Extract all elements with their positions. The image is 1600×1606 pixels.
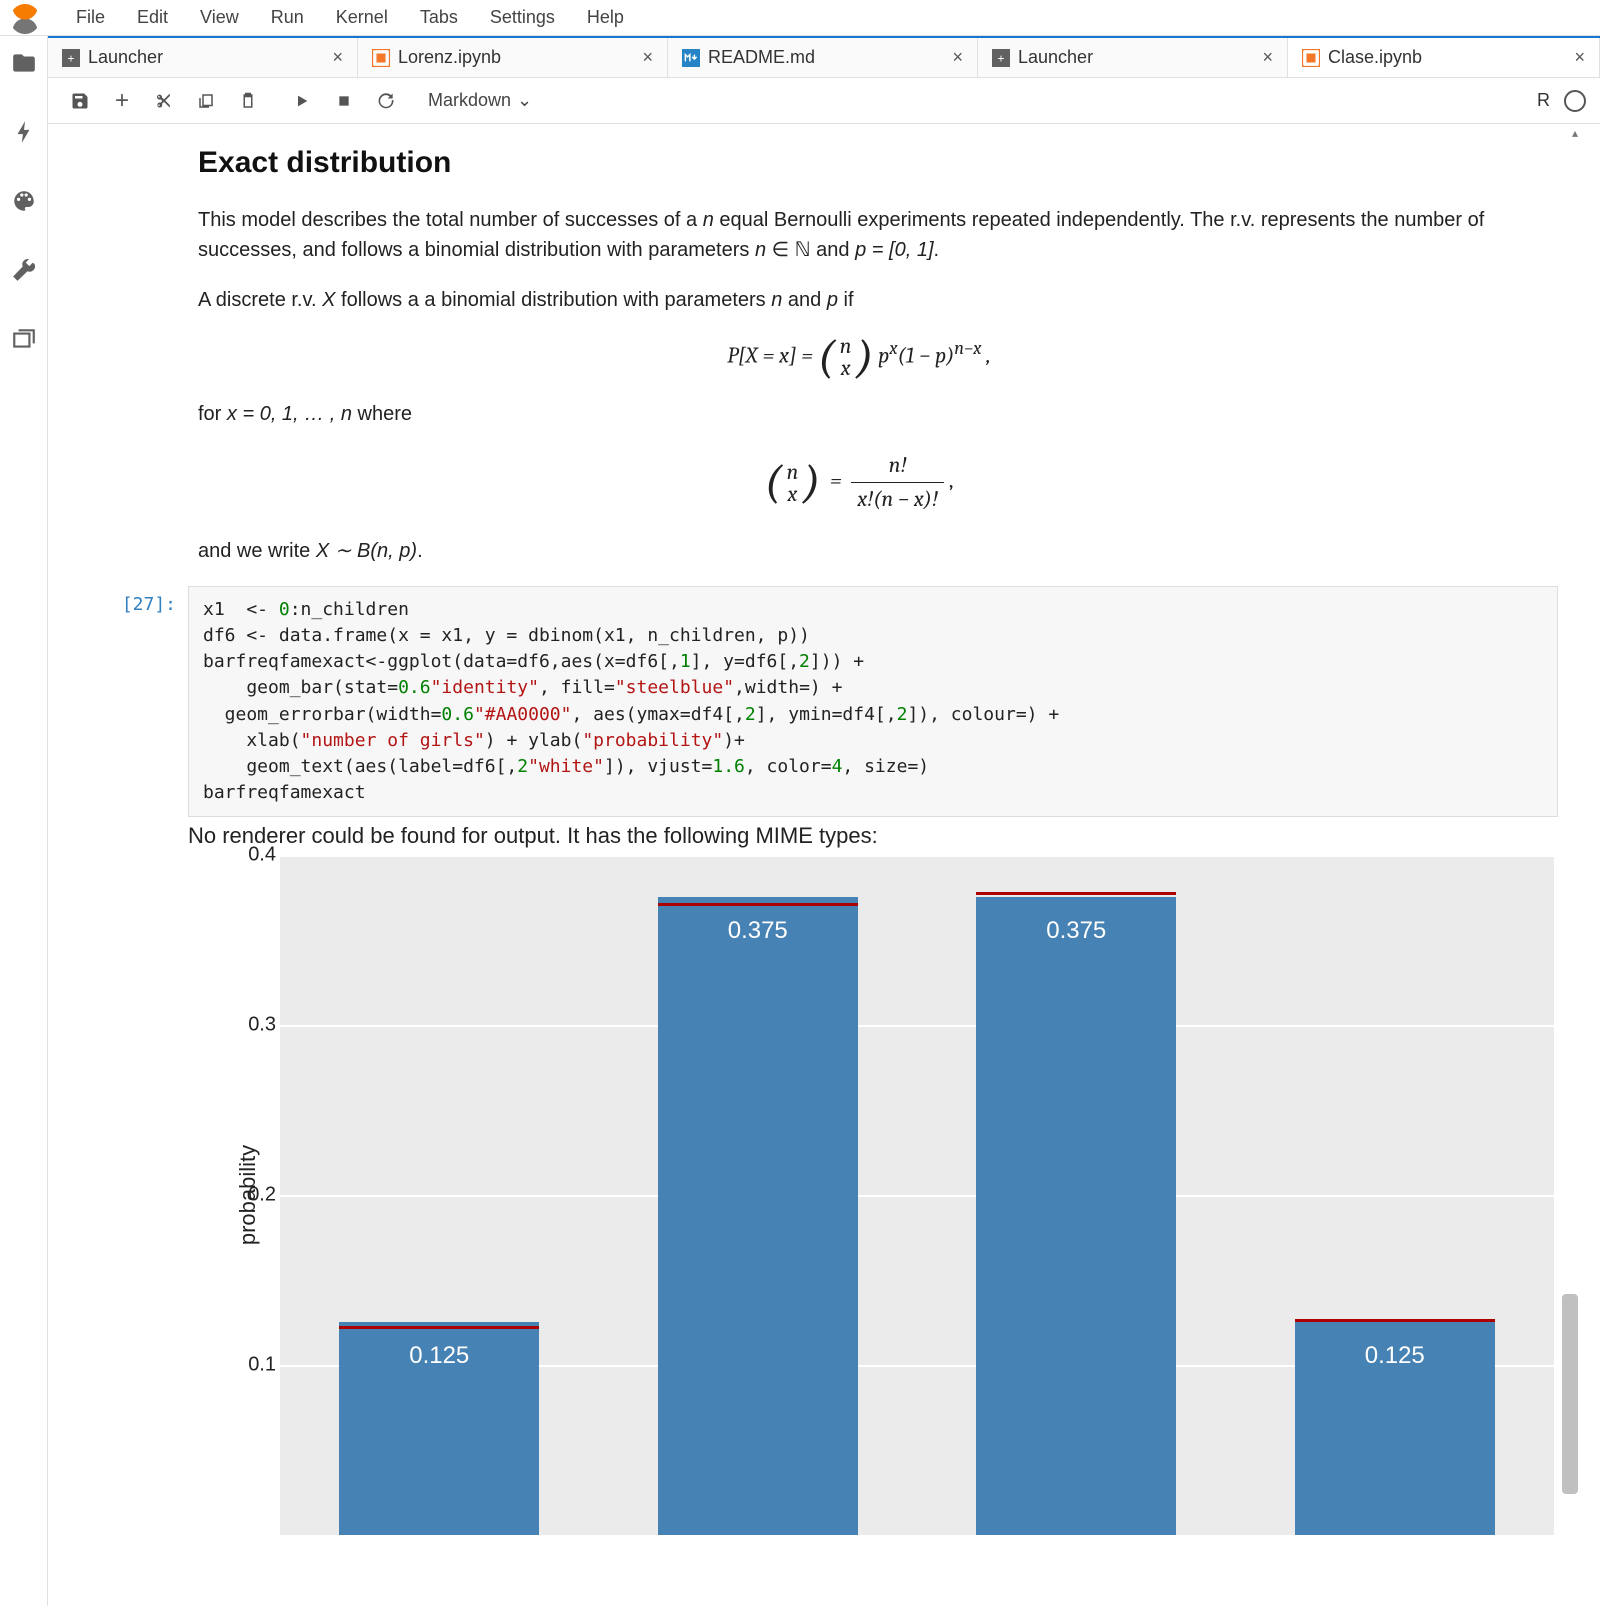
svg-text:+: +	[67, 51, 74, 65]
svg-text:+: +	[997, 51, 1004, 65]
menu-bar: File Edit View Run Kernel Tabs Settings …	[0, 0, 1600, 36]
markdown-paragraph-1: This model describes the total number of…	[198, 205, 1520, 265]
close-icon[interactable]: ×	[642, 47, 653, 68]
formula-binomdef: ( nx ) = n! x!(n − x)! ,	[198, 449, 1520, 516]
tabs-icon[interactable]	[11, 326, 37, 355]
chart-ytick: 0.2	[248, 1183, 276, 1206]
palette-icon[interactable]	[11, 188, 37, 217]
chart-ytick: 0.1	[248, 1353, 276, 1376]
tab-label: Clase.ipynb	[1328, 47, 1422, 68]
chart-errorbar	[1295, 1319, 1495, 1322]
menu-help[interactable]: Help	[571, 1, 640, 34]
menu-settings[interactable]: Settings	[474, 1, 571, 34]
tab-launcher[interactable]: + Launcher ×	[48, 38, 358, 77]
tab-lorenz[interactable]: Lorenz.ipynb ×	[358, 38, 668, 77]
markdown-paragraph-2: A discrete r.v. X follows a a binomial d…	[198, 285, 1520, 315]
tab-clase[interactable]: Clase.ipynb ×	[1288, 38, 1600, 77]
chart-errorbar	[976, 892, 1176, 895]
output-chart: probability 0.10.20.30.4 0.1250.3750.375…	[188, 855, 1558, 1535]
menu-file[interactable]: File	[60, 1, 121, 34]
menu-view[interactable]: View	[184, 1, 255, 34]
copy-button[interactable]	[188, 84, 224, 118]
chart-bar-label: 0.375	[976, 917, 1176, 945]
notebook-icon	[372, 49, 390, 67]
kernel-name[interactable]: R	[1537, 90, 1550, 111]
chart-bar-label: 0.375	[658, 917, 858, 945]
notebook-area: ▴ Exact distribution This model describe…	[48, 124, 1580, 1606]
chart-bar-label: 0.125	[339, 1342, 539, 1370]
notebook-icon	[1302, 49, 1320, 67]
close-icon[interactable]: ×	[1262, 47, 1273, 68]
code-editor[interactable]: x1 <- 0:n_children df6 <- data.frame(x =…	[188, 586, 1558, 817]
formula-pmf: P[X = x] = ( nx ) px(1 − p)n−x ,	[198, 335, 1520, 379]
chart-errorbar	[339, 1326, 539, 1329]
restart-button[interactable]	[368, 84, 404, 118]
chart-bar	[976, 897, 1176, 1535]
close-icon[interactable]: ×	[332, 47, 343, 68]
tab-label: README.md	[708, 47, 815, 68]
celltype-label: Markdown	[428, 90, 511, 111]
markdown-forline: for x = 0, 1, … , n where	[198, 399, 1520, 429]
markdown-cell[interactable]: Exact distribution This model describes …	[198, 140, 1520, 566]
paste-button[interactable]	[230, 84, 266, 118]
launcher-icon: +	[992, 49, 1010, 67]
cell-prompt: [27]:	[70, 586, 188, 615]
chart-ytick: 0.3	[248, 1013, 276, 1036]
launcher-icon: +	[62, 49, 80, 67]
tab-label: Lorenz.ipynb	[398, 47, 501, 68]
menu-edit[interactable]: Edit	[121, 1, 184, 34]
celltype-dropdown[interactable]: Markdown ⌄	[422, 90, 538, 111]
chart-bar	[658, 897, 858, 1535]
markdown-icon	[682, 49, 700, 67]
kernel-status-icon[interactable]	[1564, 90, 1586, 112]
menu-kernel[interactable]: Kernel	[320, 1, 404, 34]
add-cell-button[interactable]: +	[104, 84, 140, 118]
running-icon[interactable]	[11, 119, 37, 148]
chart-ytick: 0.4	[248, 843, 276, 866]
save-button[interactable]	[62, 84, 98, 118]
chevron-down-icon: ⌄	[517, 90, 532, 111]
notebook-toolbar: + Markdown ⌄ R	[48, 78, 1600, 124]
run-button[interactable]	[284, 84, 320, 118]
code-cell[interactable]: [27]: x1 <- 0:n_children df6 <- data.fra…	[70, 586, 1558, 817]
chart-errorbar	[658, 903, 858, 906]
menu-run[interactable]: Run	[255, 1, 320, 34]
left-rail	[0, 36, 48, 1606]
scroll-up-icon[interactable]: ▴	[1572, 126, 1578, 140]
folder-icon[interactable]	[11, 50, 37, 79]
scrollbar-thumb[interactable]	[1562, 1294, 1578, 1494]
tab-launcher-2[interactable]: + Launcher ×	[978, 38, 1288, 77]
notebook-tabstrip: + Launcher × Lorenz.ipynb × README.md × …	[48, 36, 1600, 78]
markdown-heading: Exact distribution	[198, 140, 1520, 185]
close-icon[interactable]: ×	[952, 47, 963, 68]
chart-bar-label: 0.125	[1295, 1342, 1495, 1370]
stop-button[interactable]	[326, 84, 362, 118]
tab-readme[interactable]: README.md ×	[668, 38, 978, 77]
output-missing-renderer: No renderer could be found for output. I…	[188, 823, 1558, 849]
menu-tabs[interactable]: Tabs	[404, 1, 474, 34]
close-icon[interactable]: ×	[1574, 47, 1585, 68]
tab-label: Launcher	[88, 47, 163, 68]
cut-button[interactable]	[146, 84, 182, 118]
tab-label: Launcher	[1018, 47, 1093, 68]
markdown-andwrite: and we write X ∼ B(n, p).	[198, 536, 1520, 566]
wrench-icon[interactable]	[11, 257, 37, 286]
